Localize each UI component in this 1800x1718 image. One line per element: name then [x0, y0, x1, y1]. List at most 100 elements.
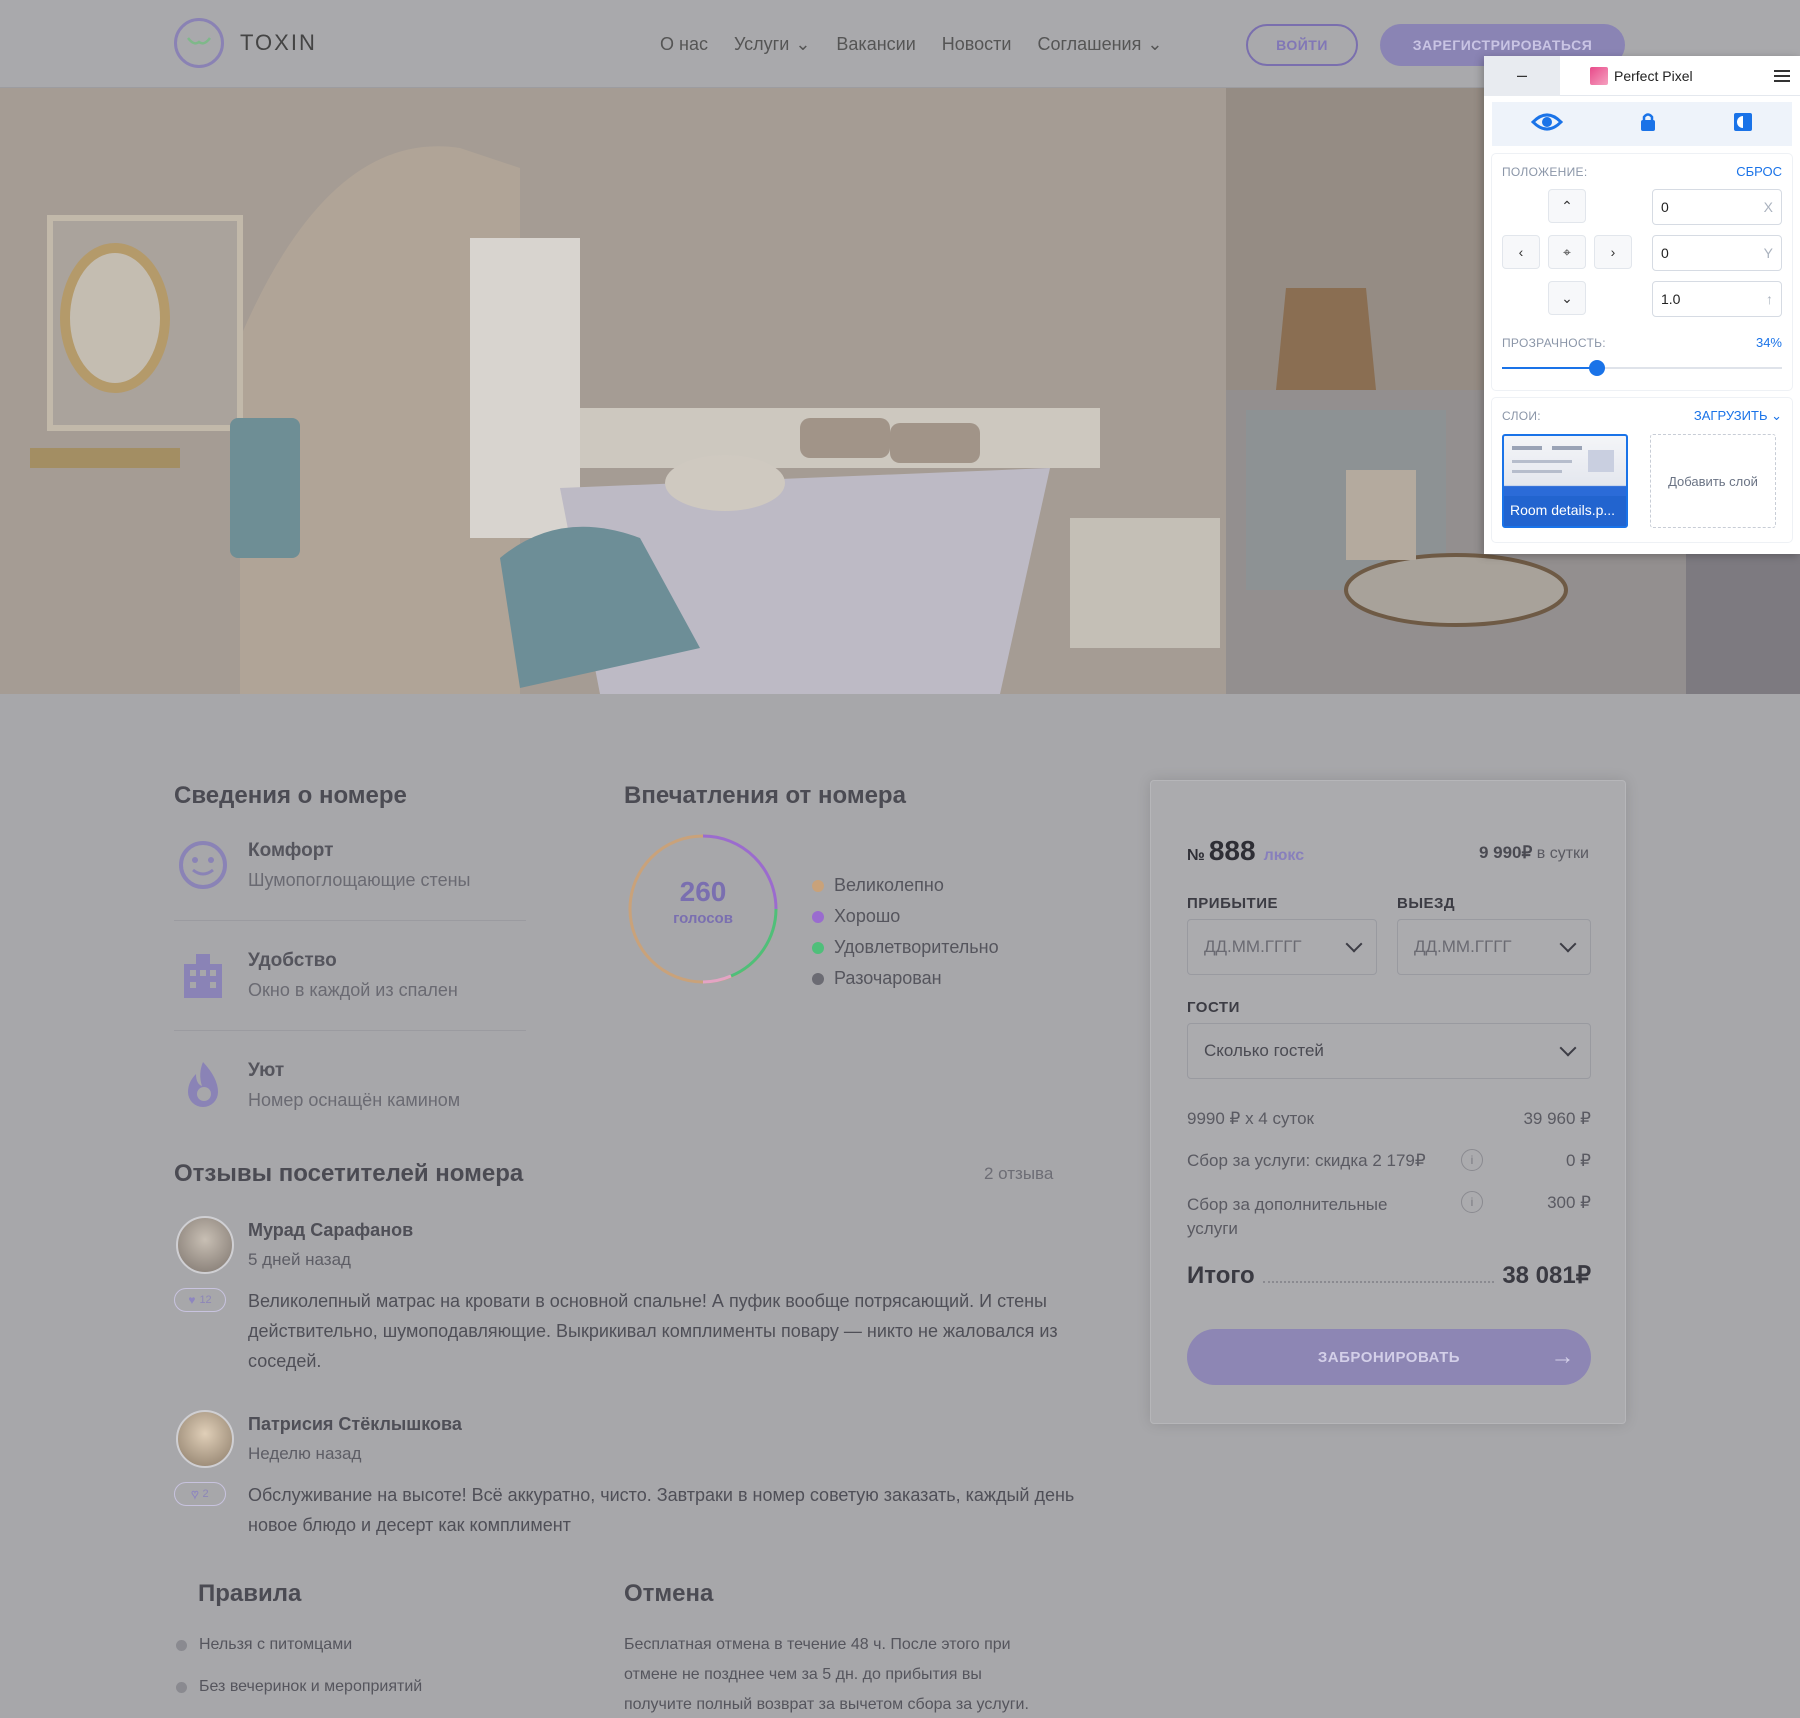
pp-titlebar: – Perfect Pixel [1484, 55, 1800, 96]
arrow-up-icon[interactable]: ⌃ [1548, 189, 1586, 223]
dotted-leader [1262, 1269, 1495, 1283]
pp-x-suffix: X [1763, 199, 1773, 215]
nav-services[interactable]: Услуги ⌄ [734, 34, 810, 55]
calc-row-service-fee: Сбор за услуги: скидка 2 179₽ 0 ₽ [1187, 1151, 1591, 1170]
center-icon[interactable]: ⌖ [1548, 235, 1586, 269]
review-text: Обслуживание на высоте! Всё аккуратно, ч… [248, 1485, 1075, 1535]
pp-arrow-pad: ⌃ ‹ ⌖ › ⌄ [1502, 189, 1632, 319]
like-count: 2 [202, 1488, 209, 1500]
review-text: Великолепный матрас на кровати в основно… [248, 1291, 1058, 1371]
chevron-down-icon: ⌄ [1147, 34, 1163, 54]
legend-dot [812, 879, 824, 892]
logo[interactable]: TOXIN [174, 18, 317, 68]
perfect-pixel-logo-icon [1590, 66, 1608, 85]
pp-upload-link[interactable]: ЗАГРУЗИТЬ ⌄ [1694, 408, 1782, 424]
rule-item: Нельзя с питомцами [176, 1636, 352, 1654]
nav-about[interactable]: О нас [660, 34, 708, 55]
feature-title: Удобство [248, 950, 337, 971]
nav-vacancies[interactable]: Вакансии [836, 34, 915, 55]
eye-icon[interactable] [1530, 112, 1563, 137]
departure-placeholder: ДД.ММ.ГГГГ [1414, 937, 1512, 956]
pp-opacity-slider[interactable] [1502, 360, 1782, 376]
pp-layer-thumbnail[interactable]: Room details.p... [1502, 434, 1628, 528]
nav-agreements[interactable]: Соглашения ⌄ [1037, 34, 1162, 55]
pp-scale-input[interactable]: 1.0 ↑ [1652, 281, 1782, 317]
review-date: 5 дней назад [248, 1250, 351, 1269]
pp-x-input[interactable]: 0X [1652, 189, 1782, 225]
departure-date-field[interactable]: ДД.ММ.ГГГГ [1397, 919, 1591, 975]
feature-desc: Номер оснащён камином [248, 1090, 461, 1110]
pp-reset-link[interactable]: СБРОС [1736, 164, 1782, 179]
avatar [176, 1216, 234, 1274]
review-item: Мурад Сарафанов 5 дней назад ♥ 12 Великол… [174, 1216, 1094, 1386]
pp-title-text: Perfect Pixel [1614, 67, 1693, 84]
like-button[interactable]: ♥ 12 [174, 1288, 226, 1312]
heart-icon: ♥ [188, 1293, 196, 1307]
legend-item: Разочарован [812, 963, 999, 994]
info-icon[interactable]: i [1461, 1149, 1483, 1171]
departure-label: ВЫЕЗД [1397, 895, 1456, 912]
pp-title: Perfect Pixel [1560, 66, 1764, 85]
total-label: Итого [1187, 1262, 1255, 1289]
pp-minimize-button[interactable]: – [1484, 55, 1560, 96]
bullet [176, 1681, 187, 1693]
legend-dot [812, 941, 824, 954]
reviews-title: Отзывы посетителей номера [174, 1160, 524, 1187]
arrival-date-field[interactable]: ДД.ММ.ГГГГ [1187, 919, 1377, 975]
price-unit: в сутки [1536, 845, 1589, 862]
feature-desc: Окно в каждой из спален [248, 980, 458, 1000]
pp-scale-value: 1.0 [1661, 291, 1681, 307]
guests-dropdown[interactable]: Сколько гостей [1187, 1023, 1591, 1079]
hamburger-menu-icon[interactable] [1764, 69, 1800, 82]
chevron-down-icon [1559, 1039, 1577, 1057]
review-date: Неделю назад [248, 1444, 362, 1463]
feature-desc: Шумопоглощающие стены [248, 870, 471, 890]
impressions-title: Впечатления от номера [624, 782, 906, 809]
pp-x-value: 0 [1661, 199, 1669, 215]
feature-title: Уют [248, 1060, 285, 1081]
login-button[interactable]: ВОЙТИ [1246, 24, 1358, 66]
like-button[interactable]: ♥ 2 [174, 1482, 226, 1506]
lock-icon[interactable] [1640, 112, 1656, 137]
hero-main-image [0, 88, 1226, 694]
legend-item: Хорошо [812, 901, 999, 932]
pp-opacity-label: ПРОЗРАЧНОСТЬ: [1502, 335, 1606, 350]
book-button-label: ЗАБРОНИРОВАТЬ [1317, 1348, 1461, 1366]
logo-icon [174, 18, 224, 68]
impressions-legend: Великолепно Хорошо Удовлетворительно Раз… [812, 870, 999, 994]
bullet [176, 1639, 187, 1651]
pp-y-input[interactable]: 0Y [1652, 235, 1782, 271]
arrow-down-icon[interactable]: ⌄ [1548, 281, 1586, 315]
room-number: 888 [1208, 835, 1256, 866]
pp-layer-name: Room details.p... [1504, 496, 1626, 526]
room-price: 9 990₽ в сутки [1479, 843, 1589, 863]
pp-toolbar [1492, 102, 1792, 146]
calc-row-nights: 9990 ₽ х 4 суток 39 960 ₽ [1187, 1109, 1591, 1128]
total-row: Итого 38 081₽ [1187, 1261, 1591, 1290]
resize-icon: ↑ [1766, 291, 1773, 307]
nav-news[interactable]: Новости [942, 34, 1012, 55]
pp-opacity-slider-knob[interactable] [1589, 360, 1606, 376]
arrow-left-icon[interactable]: ‹ [1502, 235, 1540, 269]
arrow-right-icon[interactable]: › [1594, 235, 1632, 269]
like-count: 12 [199, 1294, 212, 1306]
arrow-right-icon: → [1550, 1343, 1575, 1370]
review-author: Мурад Сарафанов [248, 1220, 414, 1240]
invert-colors-icon[interactable] [1733, 112, 1753, 137]
nav-agreements-label: Соглашения [1037, 34, 1142, 54]
logo-text: TOXIN [240, 30, 317, 55]
arrival-label: ПРИБЫТИЕ [1187, 895, 1278, 912]
avatar [176, 1410, 234, 1468]
divider [174, 1030, 526, 1031]
pp-layers-label: СЛОИ: [1502, 409, 1541, 423]
chevron-down-icon [1345, 935, 1363, 953]
pp-add-layer[interactable]: Добавить слой [1650, 434, 1776, 528]
cancel-text: Бесплатная отмена в течение 48 ч. После … [624, 1636, 1029, 1713]
info-icon[interactable]: i [1461, 1191, 1483, 1213]
divider [174, 920, 526, 921]
book-button[interactable]: ЗАБРОНИРОВАТЬ → [1187, 1329, 1591, 1385]
pp-y-value: 0 [1661, 245, 1669, 261]
feature-title: Комфорт [248, 840, 334, 861]
pp-opacity-value: 34% [1755, 335, 1782, 350]
fire-icon [188, 1062, 218, 1107]
